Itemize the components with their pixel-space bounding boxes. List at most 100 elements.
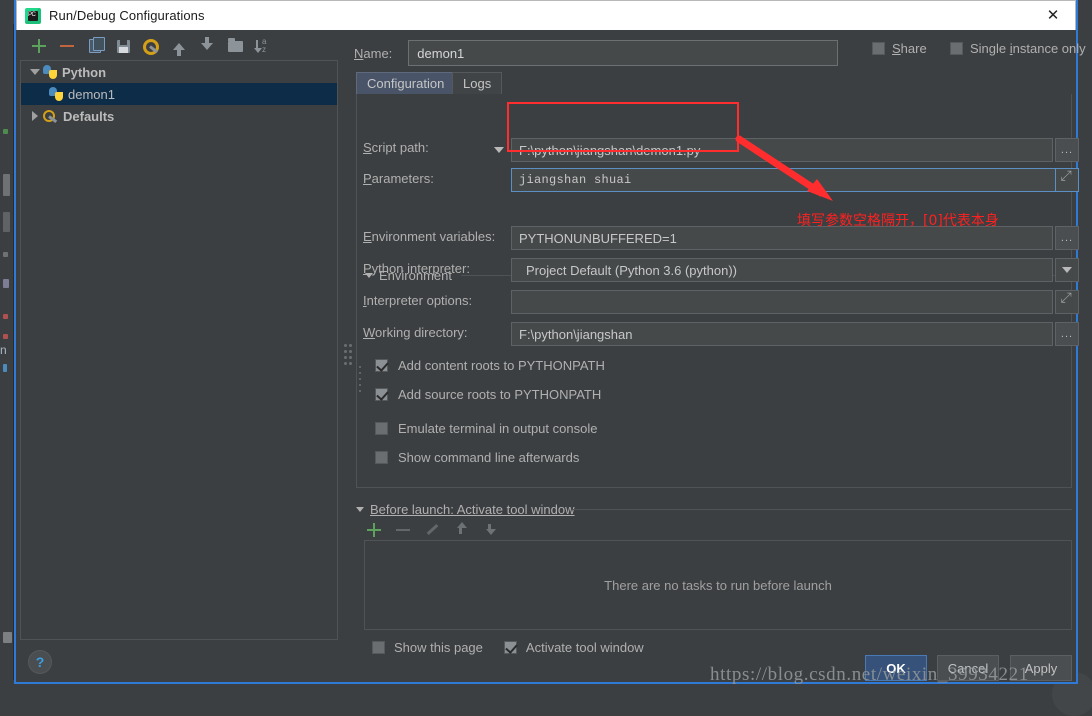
working-directory-browse-button[interactable]: ... <box>1055 322 1079 346</box>
before-launch-empty-text: There are no tasks to run before launch <box>604 577 832 593</box>
script-path-label: Script path: <box>363 140 429 155</box>
single-instance-option[interactable]: Single instance only <box>950 41 1086 56</box>
form-tabs: Configuration Logs <box>356 72 1072 94</box>
ide-right-sliver <box>1078 0 1092 704</box>
environment-variables-browse-button[interactable]: ... <box>1055 226 1079 250</box>
script-path-label-wrap: Script path: <box>363 140 429 155</box>
before-launch-section-header[interactable]: Before launch: Activate tool window <box>356 502 575 517</box>
tree-toolbar: az <box>20 32 338 60</box>
add-configuration-button[interactable] <box>28 35 50 57</box>
copy-configuration-button[interactable] <box>84 35 106 57</box>
folder-icon <box>227 37 243 52</box>
ide-sliver-dot <box>3 279 9 288</box>
before-launch-toolbar <box>366 522 498 538</box>
share-checkbox[interactable] <box>872 42 885 55</box>
name-row: Name: demon1 <box>354 40 839 66</box>
pycharm-icon <box>25 7 41 24</box>
interpreter-options-input[interactable] <box>511 290 1053 314</box>
script-path-mode-dropdown[interactable] <box>487 138 511 162</box>
move-up-button[interactable] <box>168 35 190 57</box>
tab-logs[interactable]: Logs <box>452 72 503 94</box>
python-interpreter-dropdown-arrow[interactable] <box>1055 258 1079 282</box>
chevron-down-icon <box>1062 267 1072 273</box>
add-source-roots-option[interactable]: Add source roots to PYTHONPATH <box>375 387 601 402</box>
working-directory-label: Working directory: <box>363 325 468 340</box>
ide-sliver-dot <box>3 334 8 339</box>
parameters-input[interactable]: jiangshan shuai <box>511 168 1079 192</box>
tree-node-label: demon1 <box>68 86 115 102</box>
ide-sliver-dot <box>3 174 10 196</box>
parameters-expand-button[interactable] <box>1055 168 1079 192</box>
before-launch-label: Before launch: Activate tool window <box>370 502 575 517</box>
tree-node-label: Python <box>62 64 107 80</box>
run-debug-configurations-dialog: Run/Debug Configurations ✕ az Pytho <box>14 0 1086 685</box>
expand-icon <box>1061 290 1073 308</box>
python-interpreter-select[interactable]: Project Default (Python 3.6 (python)) <box>511 258 1053 282</box>
configurations-tree[interactable]: Python demon1 Defaults <box>20 60 338 640</box>
panel-splitter[interactable] <box>342 62 352 638</box>
arrow-up-icon <box>173 42 185 56</box>
ide-sliver-dot <box>3 364 7 372</box>
interpreter-options-expand-button[interactable] <box>1055 290 1079 314</box>
wrench-icon <box>143 38 159 55</box>
ide-editor-text-fragment: n <box>0 343 7 357</box>
ide-sliver-dot <box>3 632 12 643</box>
add-content-roots-option[interactable]: Add content roots to PYTHONPATH <box>375 358 605 373</box>
add-source-roots-checkbox[interactable] <box>375 388 388 401</box>
expand-icon <box>1061 168 1073 186</box>
interpreter-options-label: Interpreter options: <box>363 293 473 308</box>
single-instance-checkbox[interactable] <box>950 42 963 55</box>
working-directory-input[interactable]: F:\python\jiangshan <box>511 322 1053 346</box>
chevron-down-icon <box>356 507 364 512</box>
move-task-up-button[interactable] <box>453 522 469 538</box>
parameters-label-wrap: Parameters: <box>363 171 434 186</box>
name-input[interactable]: demon1 <box>408 40 839 66</box>
section-divider <box>572 509 1072 510</box>
tree-node-label: Defaults <box>63 108 115 124</box>
configuration-tab-content: Script path: F:\python\jiangshan\demon1.… <box>356 94 1079 488</box>
create-folder-button[interactable] <box>224 35 246 57</box>
plus-icon <box>32 39 46 53</box>
emulate-terminal-checkbox[interactable] <box>375 422 388 435</box>
name-label: Name: <box>354 45 393 61</box>
chevron-down-icon <box>494 147 504 153</box>
edit-defaults-button[interactable] <box>140 35 162 57</box>
add-content-roots-checkbox[interactable] <box>375 359 388 372</box>
show-command-line-checkbox[interactable] <box>375 451 388 464</box>
add-content-roots-label: Add content roots to PYTHONPATH <box>398 358 605 373</box>
configurations-tree-panel: az Python demon1 Defaults <box>20 32 338 640</box>
dialog-titlebar: Run/Debug Configurations ✕ <box>16 0 1076 30</box>
dialog-title: Run/Debug Configurations <box>49 8 205 23</box>
sort-configurations-button[interactable]: az <box>252 35 274 57</box>
chevron-right-icon[interactable] <box>27 111 43 121</box>
copy-icon <box>89 37 105 53</box>
parameters-label: Parameters: <box>363 171 434 186</box>
share-option[interactable]: Share <box>872 41 927 56</box>
arrow-down-icon <box>201 36 213 50</box>
save-configuration-button[interactable] <box>112 35 134 57</box>
before-launch-task-list[interactable]: There are no tasks to run before launch <box>364 540 1072 630</box>
chevron-down-icon[interactable] <box>27 69 43 75</box>
help-button[interactable]: ? <box>28 650 52 674</box>
ide-sliver-dot <box>3 129 8 134</box>
move-down-button[interactable] <box>196 35 218 57</box>
interpreter-options-label-wrap: Interpreter options: <box>363 293 472 308</box>
remove-configuration-button[interactable] <box>56 35 78 57</box>
tab-configuration[interactable]: Configuration <box>356 72 456 94</box>
add-task-button[interactable] <box>366 522 382 538</box>
add-source-roots-label: Add source roots to PYTHONPATH <box>398 387 602 402</box>
tree-node-demon1[interactable]: demon1 <box>21 83 337 105</box>
script-path-input[interactable]: F:\python\jiangshan\demon1.py <box>511 138 1053 162</box>
move-task-down-button[interactable] <box>482 522 498 538</box>
remove-task-button[interactable] <box>395 522 411 538</box>
emulate-terminal-option[interactable]: Emulate terminal in output console <box>375 421 597 436</box>
tree-node-python[interactable]: Python <box>21 61 337 83</box>
edit-task-button[interactable] <box>424 522 440 538</box>
ide-sliver-dot <box>3 252 8 257</box>
script-path-browse-button[interactable]: ... <box>1055 138 1079 162</box>
environment-variables-label: Environment variables: <box>363 229 496 244</box>
single-instance-label: Single instance only <box>970 41 1086 56</box>
close-icon[interactable]: ✕ <box>1031 1 1075 29</box>
tree-node-defaults[interactable]: Defaults <box>21 105 337 127</box>
show-command-line-option[interactable]: Show command line afterwards <box>375 450 579 465</box>
